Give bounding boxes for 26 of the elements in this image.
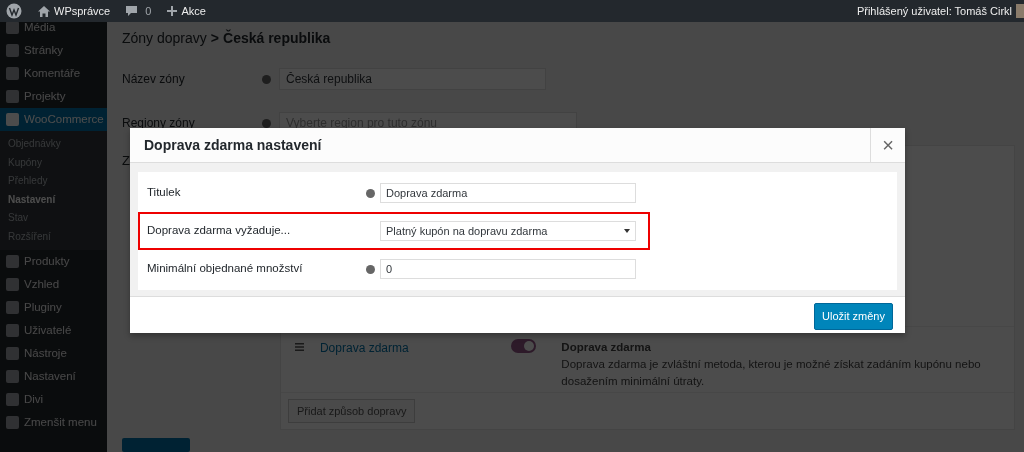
home-icon <box>38 5 50 17</box>
comments-link[interactable]: 0 <box>126 2 152 20</box>
breadcrumb-separator: > <box>210 29 219 48</box>
field-label: Titulek <box>146 185 182 201</box>
wordpress-logo-icon[interactable] <box>6 3 22 19</box>
field-label: Doprava zdarma vyžaduje... <box>146 223 292 239</box>
new-content-link[interactable]: Akce <box>167 2 206 20</box>
section-label: Z <box>122 152 130 170</box>
dialog-title: Doprava zdarma nastavení <box>143 135 323 155</box>
save-changes-button[interactable]: Uložit změny <box>814 303 893 330</box>
plus-icon <box>167 6 178 16</box>
select-value: Platný kupón na dopravu zdarma <box>386 223 548 239</box>
method-title: Doprava zdarma <box>561 339 652 355</box>
select-field[interactable]: Platný kupón na dopravu zdarma <box>380 221 636 241</box>
text-field[interactable]: Doprava zdarma <box>380 183 636 203</box>
field-label: Název zóny <box>122 71 186 88</box>
site-name-link[interactable]: WPsprávce <box>38 2 111 20</box>
avatar-placeholder <box>1016 4 1024 18</box>
caret-icon <box>624 229 630 233</box>
text-field[interactable]: 0 <box>380 259 636 279</box>
breadcrumb-current: Česká republika <box>223 28 331 48</box>
close-button[interactable]: × <box>870 127 905 163</box>
speech-bubble-icon <box>126 5 138 17</box>
user-greeting[interactable]: Přihlášený uživatel: Tomáš Cirkl <box>856 2 1012 20</box>
field-label: Minimální objednané množství <box>146 261 304 277</box>
breadcrumb-link[interactable]: Zóny dopravy <box>122 28 207 49</box>
